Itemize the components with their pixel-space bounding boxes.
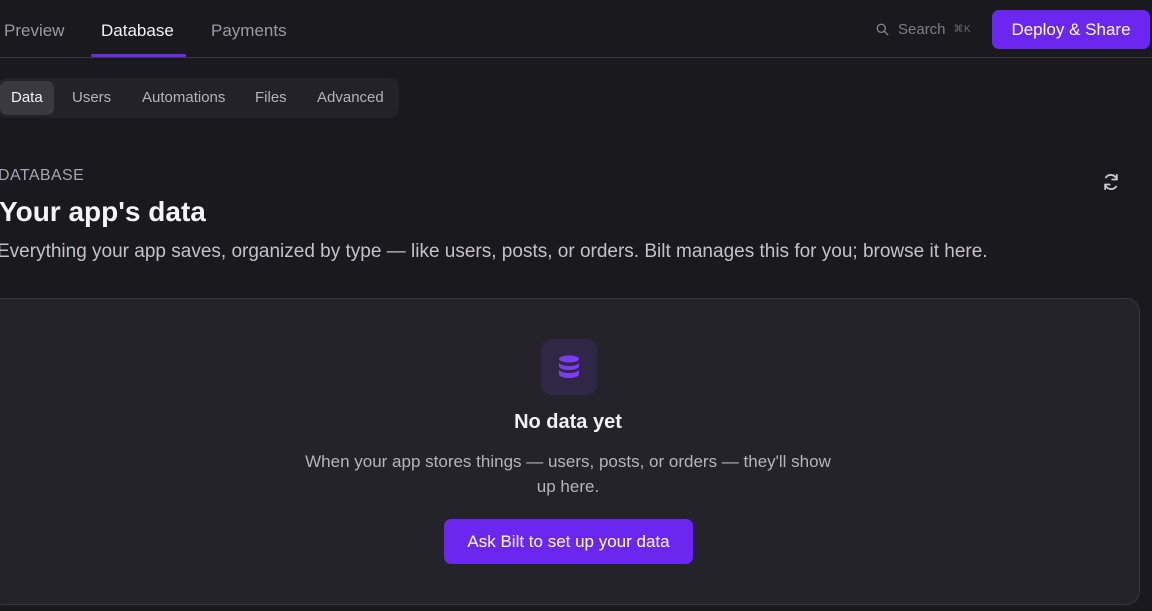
tab-database[interactable]: Database [101,21,174,41]
page-description: Everything your app saves, organized by … [0,241,988,262]
search-label: Search [898,20,946,38]
section-kicker: DATABASE [0,167,85,184]
subtab-automations[interactable]: Automations [131,81,236,115]
subtab-advanced[interactable]: Advanced [306,81,395,115]
search-icon [876,23,889,35]
tab-payments[interactable]: Payments [211,21,287,41]
database-icon-tile [541,339,597,395]
active-tab-indicator [91,54,186,57]
subtab-users[interactable]: Users [61,81,122,115]
refresh-button[interactable] [1100,171,1122,193]
search-button[interactable]: Search ⌘K [876,20,971,38]
empty-state-description: When your app stores things — users, pos… [305,452,831,496]
refresh-icon [1104,174,1118,190]
subtab-files[interactable]: Files [244,81,298,115]
page-title: Your app's data [0,196,206,227]
top-nav-bar: Preview Database Payments Search ⌘K Depl… [0,0,1152,58]
search-shortcut: ⌘K [953,23,972,35]
subtab-data[interactable]: Data [0,81,54,115]
database-subtabs: Data Users Automations Files Advanced [0,78,399,118]
empty-state-title: No data yet [514,411,622,433]
ask-bilt-setup-button[interactable]: Ask Bilt to set up your data [444,519,693,564]
database-icon [559,355,579,378]
tab-preview[interactable]: Preview [4,21,64,41]
deploy-share-button[interactable]: Deploy & Share [992,10,1150,49]
